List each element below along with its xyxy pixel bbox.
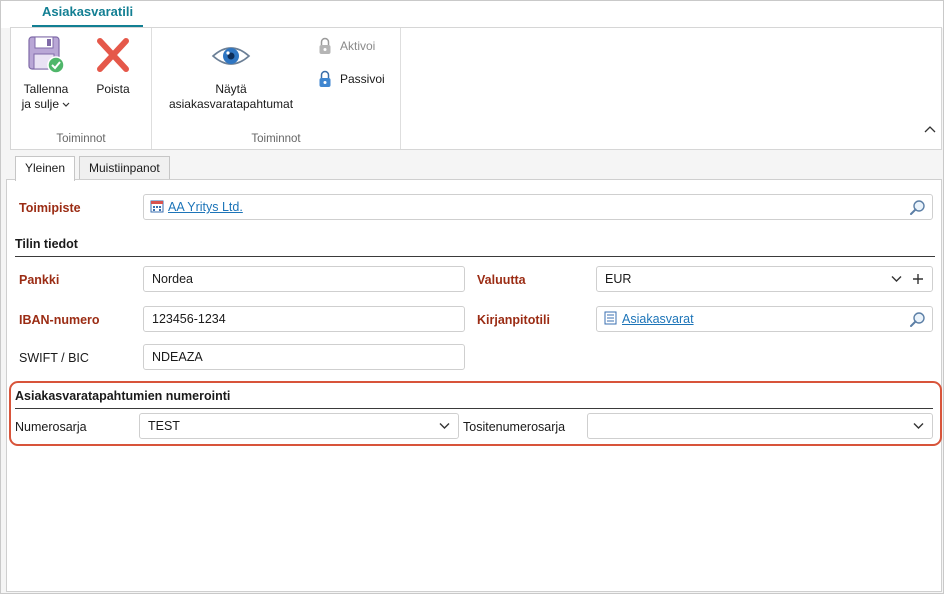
toimipiste-link[interactable]: AA Yritys Ltd. xyxy=(168,200,243,214)
chevron-down-icon xyxy=(62,102,70,107)
lock-icon xyxy=(319,70,331,87)
valuutta-value: EUR xyxy=(605,272,632,286)
delete-label: Poista xyxy=(96,82,130,96)
search-icon[interactable] xyxy=(909,199,926,216)
kirjanpitotili-link[interactable]: Asiakasvarat xyxy=(622,312,694,326)
tab-strip: Yleinen Muistiinpanot xyxy=(1,150,943,181)
kirjanpitotili-label: Kirjanpitotili xyxy=(477,313,550,327)
show-transactions-label-line1: Näytä xyxy=(215,82,247,96)
deactivate-label: Passivoi xyxy=(340,72,385,86)
ribbon-group-title: Toiminnot xyxy=(56,133,106,145)
chevron-down-icon[interactable] xyxy=(913,422,924,430)
delete-button[interactable]: Poista xyxy=(87,34,139,97)
activate-button[interactable]: Aktivoi xyxy=(318,37,375,55)
save-label-line2: ja sulje xyxy=(17,97,75,112)
ribbon: Tallenna ja sulje Poista Toiminnot Näytä… xyxy=(10,27,942,150)
ledger-icon xyxy=(604,311,617,325)
toimipiste-label: Toimipiste xyxy=(19,201,81,215)
ribbon-tab-asiakasvaratili[interactable]: Asiakasvaratili xyxy=(32,1,144,28)
tab-muistiinpanot[interactable]: Muistiinpanot xyxy=(79,156,170,180)
tositenumerosarja-label: Tositenumerosarja xyxy=(463,420,566,434)
ribbon-group-toiminnot-2: Näytä asiakasvaratapahtumat Aktivoi Pass… xyxy=(152,28,401,149)
plus-icon[interactable] xyxy=(912,273,924,285)
swift-input[interactable] xyxy=(143,344,465,370)
iban-input[interactable] xyxy=(143,306,465,332)
ribbon-group-toiminnot-1: Tallenna ja sulje Poista Toiminnot xyxy=(11,28,152,149)
toimipiste-field[interactable]: AA Yritys Ltd. xyxy=(143,194,933,220)
pankki-label: Pankki xyxy=(19,273,60,287)
lock-icon xyxy=(319,37,331,54)
valuutta-select[interactable]: EUR xyxy=(596,266,933,292)
save-and-close-button[interactable]: Tallenna ja sulje xyxy=(17,34,75,112)
show-transactions-button[interactable]: Näytä asiakasvaratapahtumat xyxy=(156,38,306,112)
app-window: Asiakasvaratili Tallenna ja sulje Poista… xyxy=(0,0,944,594)
numerosarja-value: TEST xyxy=(148,419,180,433)
search-icon[interactable] xyxy=(909,311,926,328)
iban-label: IBAN-numero xyxy=(19,313,100,327)
pankki-input[interactable] xyxy=(143,266,465,292)
show-transactions-label-line2: asiakasvaratapahtumat xyxy=(168,97,294,111)
valuutta-label: Valuutta xyxy=(477,273,526,287)
tositenumerosarja-select[interactable] xyxy=(587,413,933,439)
chevron-up-icon xyxy=(924,126,936,133)
save-icon xyxy=(28,36,65,74)
save-label-line2-text: ja sulje xyxy=(21,97,59,111)
section-title-tilin-tiedot: Tilin tiedot xyxy=(15,236,935,257)
ribbon-group-title: Toiminnot xyxy=(251,133,301,145)
chevron-down-icon[interactable] xyxy=(891,275,902,283)
form-panel: Toimipiste AA Yritys Ltd. Tilin tiedot P… xyxy=(6,179,942,592)
ribbon-collapse-button[interactable] xyxy=(923,123,937,137)
ribbon-tab-bar: Asiakasvaratili xyxy=(1,1,943,28)
numerosarja-select[interactable]: TEST xyxy=(139,413,459,439)
activate-label: Aktivoi xyxy=(340,39,376,53)
chevron-down-icon[interactable] xyxy=(439,422,450,430)
building-icon xyxy=(150,200,164,213)
swift-label: SWIFT / BIC xyxy=(19,351,89,365)
deactivate-button[interactable]: Passivoi xyxy=(318,70,385,88)
numerosarja-label: Numerosarja xyxy=(15,420,87,434)
eye-icon xyxy=(211,47,251,65)
section-title-numerointi: Asiakasvaratapahtumien numerointi xyxy=(15,388,933,409)
kirjanpitotili-field[interactable]: Asiakasvarat xyxy=(596,306,933,332)
save-label-line1: Tallenna xyxy=(23,82,69,96)
tab-yleinen[interactable]: Yleinen xyxy=(15,156,76,181)
delete-x-icon xyxy=(97,38,129,72)
